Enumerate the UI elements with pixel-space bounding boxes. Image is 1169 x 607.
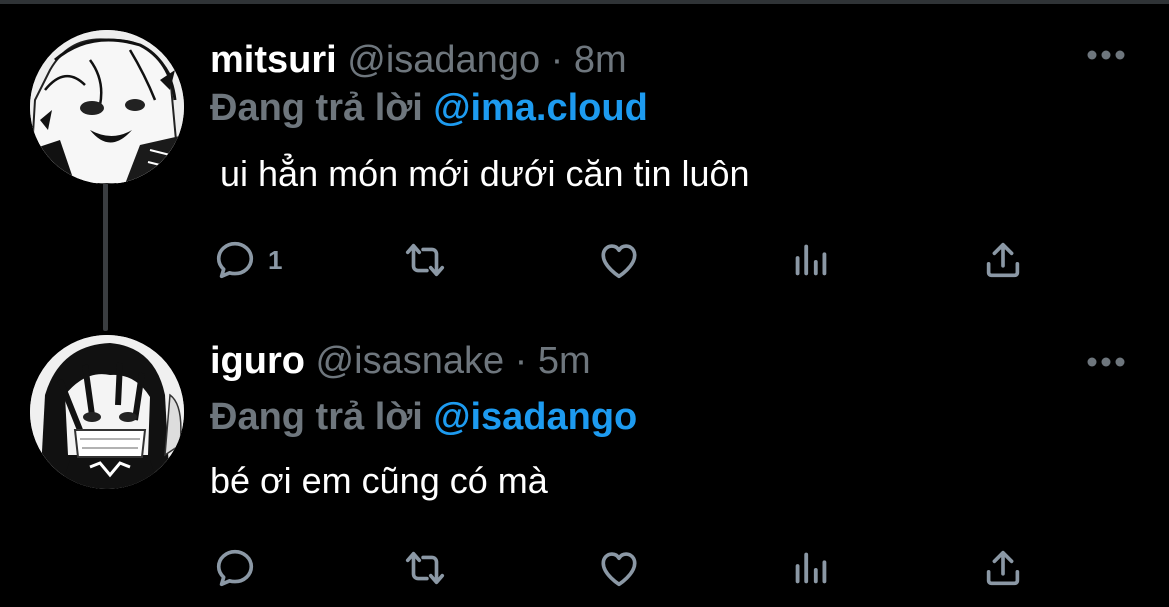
reply-button[interactable]: 1 <box>212 235 282 285</box>
user-handle[interactable]: @isasnake <box>316 340 505 382</box>
analytics-icon <box>795 552 827 584</box>
analytics-icon <box>795 244 827 276</box>
avatar[interactable] <box>30 335 184 489</box>
like-button[interactable] <box>596 235 642 285</box>
mention-link[interactable]: @ima.cloud <box>433 87 647 129</box>
separator-dot: · <box>550 39 564 81</box>
retweet-icon <box>405 243 445 277</box>
like-button[interactable] <box>596 543 642 593</box>
share-icon <box>986 550 1020 586</box>
more-horizontal-icon[interactable] <box>1086 48 1126 62</box>
share-button[interactable] <box>980 235 1026 285</box>
retweet-button[interactable] <box>402 543 448 593</box>
top-divider <box>0 0 1169 4</box>
reply-icon <box>216 549 254 587</box>
tweet-header: mitsuri @isadango · 8m <box>210 38 627 82</box>
tweet-header: iguro @isasnake · 5m <box>210 339 591 383</box>
reply-icon <box>216 241 254 279</box>
replying-to-line: Đang trả lời @isadango <box>210 395 637 439</box>
user-handle[interactable]: @isadango <box>347 39 540 81</box>
timestamp[interactable]: 5m <box>538 340 591 382</box>
tweet-iguro[interactable]: iguro @isasnake · 5m Đang trả lời @isada… <box>0 335 1169 607</box>
tweet-actions: 1 <box>0 235 1169 291</box>
display-name[interactable]: iguro <box>210 340 305 382</box>
analytics-button[interactable] <box>788 235 834 285</box>
retweet-button[interactable] <box>402 235 448 285</box>
heart-icon <box>601 244 637 279</box>
tweet-text: ui hẳn món mới dưới căn tin luôn <box>210 153 750 194</box>
display-name[interactable]: mitsuri <box>210 39 337 81</box>
timestamp[interactable]: 8m <box>574 39 627 81</box>
tweet-actions <box>0 543 1169 599</box>
replying-to-label: Đang trả lời <box>210 396 423 438</box>
replying-to-line: Đang trả lời @ima.cloud <box>210 86 648 130</box>
reply-count: 1 <box>268 244 283 275</box>
anime-avatar-iguro <box>30 335 184 489</box>
avatar[interactable] <box>30 30 184 184</box>
tweet-mitsuri[interactable]: mitsuri @isadango · 8m Đang trả lời @ima… <box>0 30 1169 320</box>
mention-link[interactable]: @isadango <box>433 396 637 438</box>
retweet-icon <box>405 551 445 585</box>
analytics-button[interactable] <box>788 543 834 593</box>
anime-avatar-mitsuri <box>30 30 184 184</box>
heart-icon <box>601 552 637 587</box>
tweet-text: bé ơi em cũng có mà <box>210 460 548 501</box>
separator-dot: · <box>514 340 528 382</box>
replying-to-label: Đang trả lời <box>210 87 423 129</box>
reply-button[interactable] <box>212 543 268 593</box>
more-horizontal-icon[interactable] <box>1086 355 1126 369</box>
share-icon <box>986 242 1020 278</box>
share-button[interactable] <box>980 543 1026 593</box>
